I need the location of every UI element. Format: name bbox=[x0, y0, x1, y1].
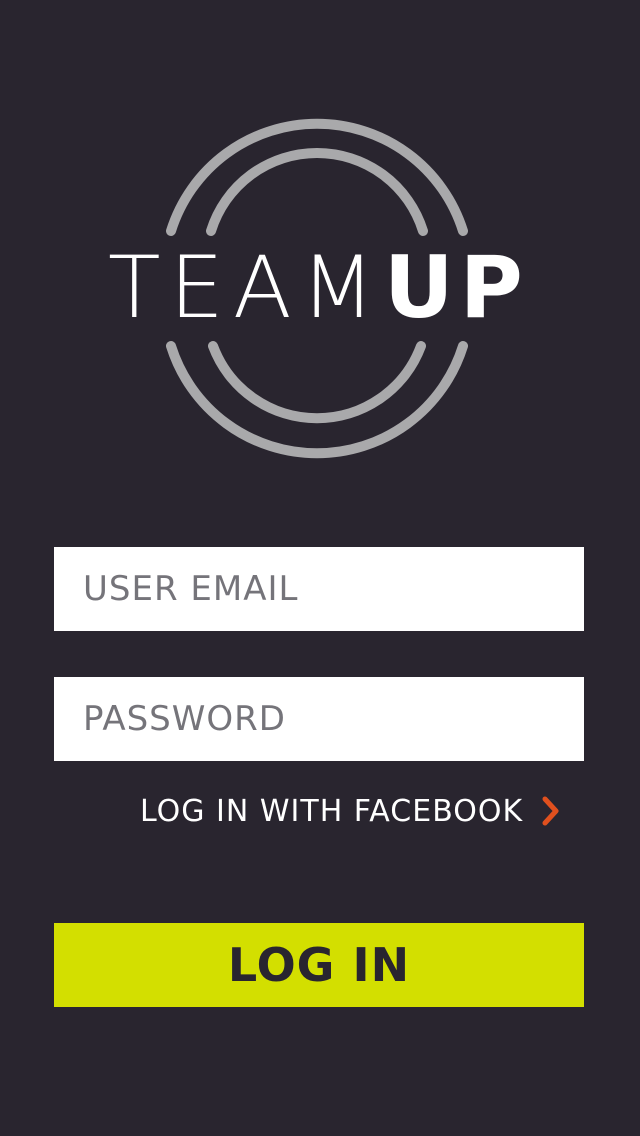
chevron-right-icon bbox=[541, 796, 561, 826]
teamup-logo: TEAM UP bbox=[0, 0, 640, 480]
login-button-label: LOG IN bbox=[227, 938, 411, 992]
login-button[interactable]: LOG IN bbox=[54, 923, 584, 1007]
facebook-login-label: LOG IN WITH FACEBOOK bbox=[140, 793, 524, 829]
logo-text-team: TEAM bbox=[108, 238, 384, 338]
login-screen: TEAMUP LOG IN WITH FACEBOOK LOG IN bbox=[0, 0, 640, 1136]
logo-text-up: UP bbox=[383, 238, 529, 338]
password-field[interactable] bbox=[54, 677, 584, 761]
logo-wordmark: TEAM UP bbox=[108, 238, 532, 338]
facebook-login-link[interactable]: LOG IN WITH FACEBOOK bbox=[140, 788, 561, 834]
email-field[interactable] bbox=[54, 547, 584, 631]
